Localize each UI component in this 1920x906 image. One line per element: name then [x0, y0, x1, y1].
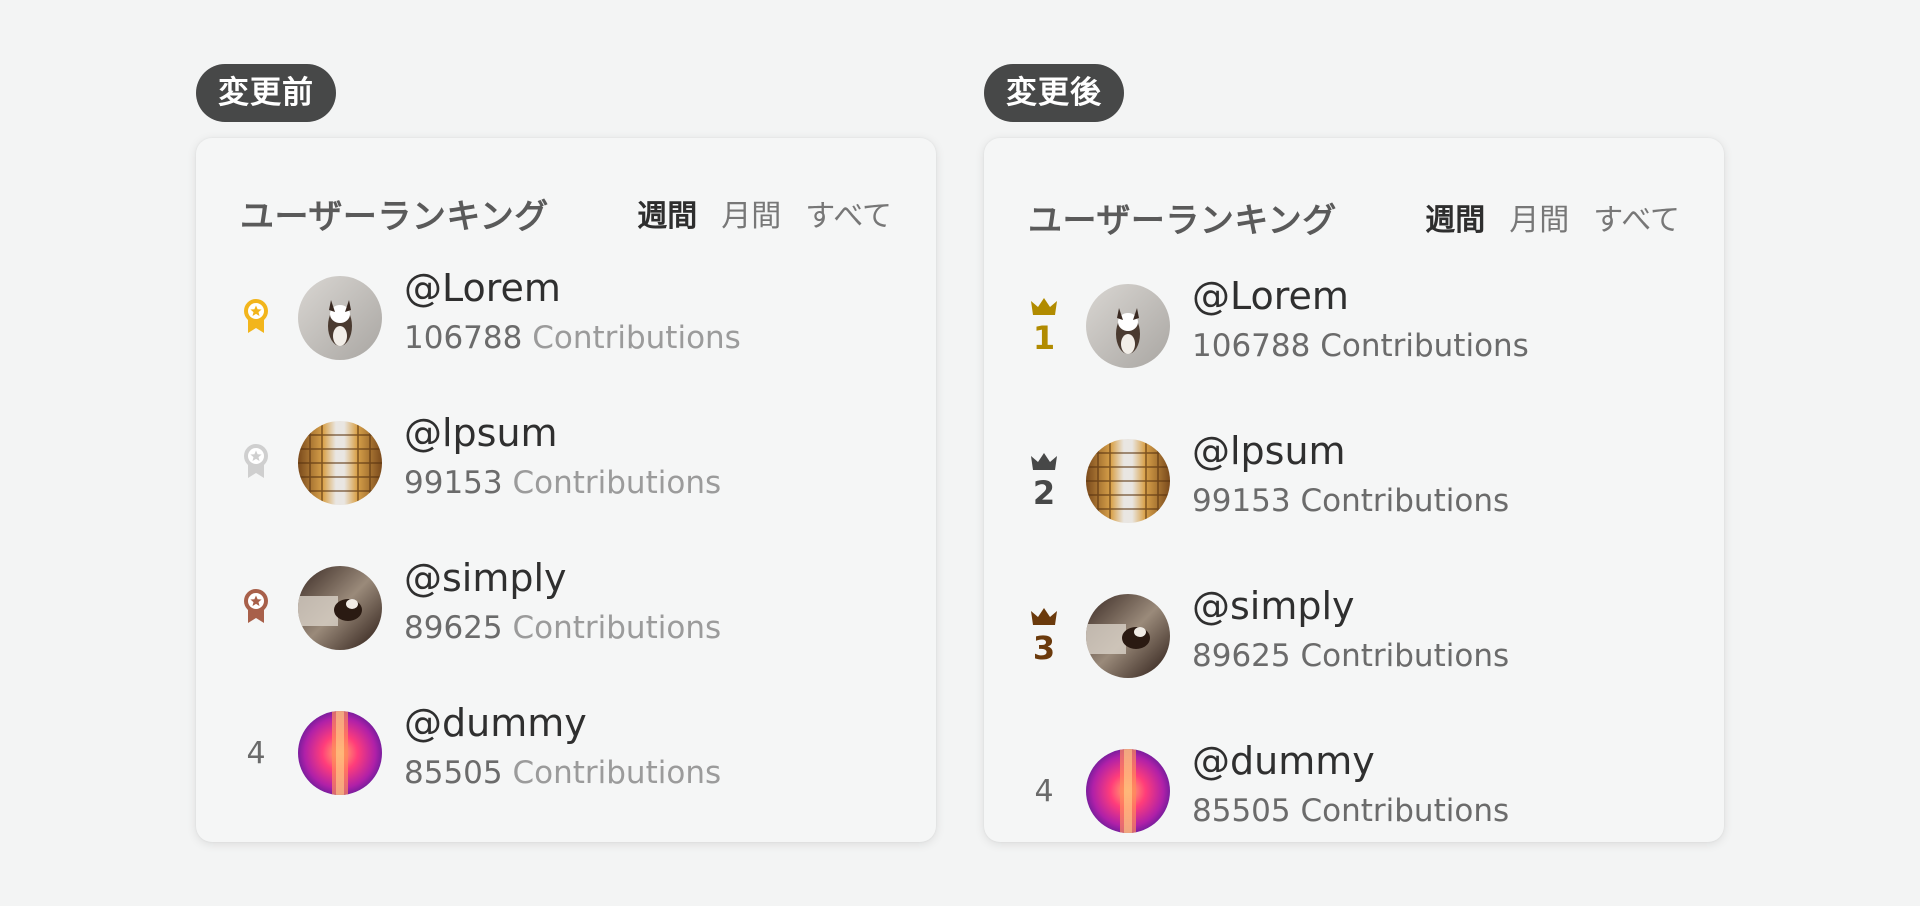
contribution-count: 99153 [1192, 483, 1291, 519]
user-name[interactable]: @lpsum [404, 411, 558, 455]
tab-monthly[interactable]: 月間 [721, 191, 781, 235]
user-stats: 106788 Contributions [1192, 328, 1529, 364]
rank-number: 2 [1032, 474, 1056, 512]
crown-icon [1030, 297, 1058, 321]
user-stats: 106788 Contributions [404, 320, 741, 356]
ranking-card-after: ユーザーランキング 週間 月間 すべて 1 @Lorem 106788 Cont… [984, 138, 1724, 842]
silver-medal-icon [242, 442, 270, 484]
contribution-count: 85505 [404, 755, 503, 791]
contribution-label: Contributions [532, 320, 741, 356]
contribution-label: Contributions [1300, 793, 1510, 829]
user-name[interactable]: @Lorem [1192, 274, 1349, 318]
contribution-count: 89625 [1192, 638, 1291, 674]
user-stats: 89625 Contributions [1192, 638, 1509, 674]
user-stats: 99153 Contributions [404, 465, 721, 501]
user-name[interactable]: @dummy [1192, 739, 1375, 783]
after-badge: 変更後 [984, 64, 1124, 122]
user-name[interactable]: @Lorem [404, 266, 561, 310]
rank-cell: 2 [1020, 431, 1068, 531]
card-title: ユーザーランキング [240, 196, 549, 237]
user-name[interactable]: @simply [404, 556, 567, 600]
gold-medal-icon [242, 297, 270, 339]
ranking-row: @lpsum 99153 Contributions [232, 411, 916, 513]
avatar[interactable] [298, 711, 382, 795]
before-section: 変更前 ユーザーランキング 週間 月間 すべて @Lorem 106788 Co… [196, 64, 936, 842]
rank-cell [232, 558, 280, 658]
user-stats: 89625 Contributions [404, 610, 721, 646]
user-name[interactable]: @dummy [404, 701, 587, 745]
rank-number: 3 [1032, 629, 1056, 667]
tab-weekly[interactable]: 週間 [1425, 195, 1485, 239]
avatar[interactable] [298, 421, 382, 505]
ranking-row: 4 @dummy 85505 Contributions [1020, 739, 1704, 841]
rank-number: 1 [1032, 319, 1056, 357]
ranking-card-before: ユーザーランキング 週間 月間 すべて @Lorem 106788 Contri… [196, 138, 936, 842]
contribution-count: 99153 [404, 465, 503, 501]
ranking-row: @Lorem 106788 Contributions [232, 266, 916, 368]
contribution-count: 106788 [404, 320, 523, 356]
card-header: ユーザーランキング 週間 月間 すべて [1028, 192, 1680, 242]
contribution-label: Contributions [1320, 328, 1529, 364]
after-section: 変更後 ユーザーランキング 週間 月間 すべて 1 @Lorem 106788 … [984, 64, 1724, 842]
bronze-medal-icon [242, 587, 270, 629]
ranking-row: 2 @lpsum 99153 Contributions [1020, 429, 1704, 531]
rank-cell: 1 [1020, 276, 1068, 376]
crown-icon [1030, 452, 1058, 476]
contribution-label: Contributions [1300, 638, 1510, 674]
rank-number: 4 [246, 735, 266, 771]
tab-all[interactable]: すべて [1593, 195, 1680, 239]
contribution-label: Contributions [512, 610, 722, 646]
period-tabs: 週間 月間 すべて [1425, 195, 1680, 239]
ranking-row: 1 @Lorem 106788 Contributions [1020, 274, 1704, 376]
tab-weekly[interactable]: 週間 [637, 191, 697, 235]
contribution-label: Contributions [512, 755, 722, 791]
avatar[interactable] [1086, 284, 1170, 368]
contribution-label: Contributions [1300, 483, 1510, 519]
user-stats: 99153 Contributions [1192, 483, 1509, 519]
contribution-count: 106788 [1192, 328, 1311, 364]
rank-cell: 4 [1020, 741, 1068, 841]
avatar[interactable] [1086, 749, 1170, 833]
crown-icon [1030, 607, 1058, 631]
avatar[interactable] [298, 276, 382, 360]
contribution-count: 85505 [1192, 793, 1291, 829]
avatar[interactable] [1086, 594, 1170, 678]
rank-cell [232, 413, 280, 513]
contribution-label: Contributions [512, 465, 722, 501]
tab-monthly[interactable]: 月間 [1509, 195, 1569, 239]
user-stats: 85505 Contributions [1192, 793, 1509, 829]
ranking-row: @simply 89625 Contributions [232, 556, 916, 658]
user-stats: 85505 Contributions [404, 755, 721, 791]
before-badge: 変更前 [196, 64, 336, 122]
period-tabs: 週間 月間 すべて [637, 191, 892, 235]
ranking-row: 4 @dummy 85505 Contributions [232, 701, 916, 803]
user-name[interactable]: @simply [1192, 584, 1355, 628]
tab-all[interactable]: すべて [805, 191, 892, 235]
ranking-row: 3 @simply 89625 Contributions [1020, 584, 1704, 686]
card-title: ユーザーランキング [1028, 200, 1337, 241]
card-header: ユーザーランキング 週間 月間 すべて [240, 188, 892, 238]
rank-number: 4 [1034, 773, 1054, 809]
avatar[interactable] [298, 566, 382, 650]
rank-cell: 4 [232, 703, 280, 803]
avatar[interactable] [1086, 439, 1170, 523]
user-name[interactable]: @lpsum [1192, 429, 1346, 473]
rank-cell [232, 268, 280, 368]
contribution-count: 89625 [404, 610, 503, 646]
rank-cell: 3 [1020, 586, 1068, 686]
